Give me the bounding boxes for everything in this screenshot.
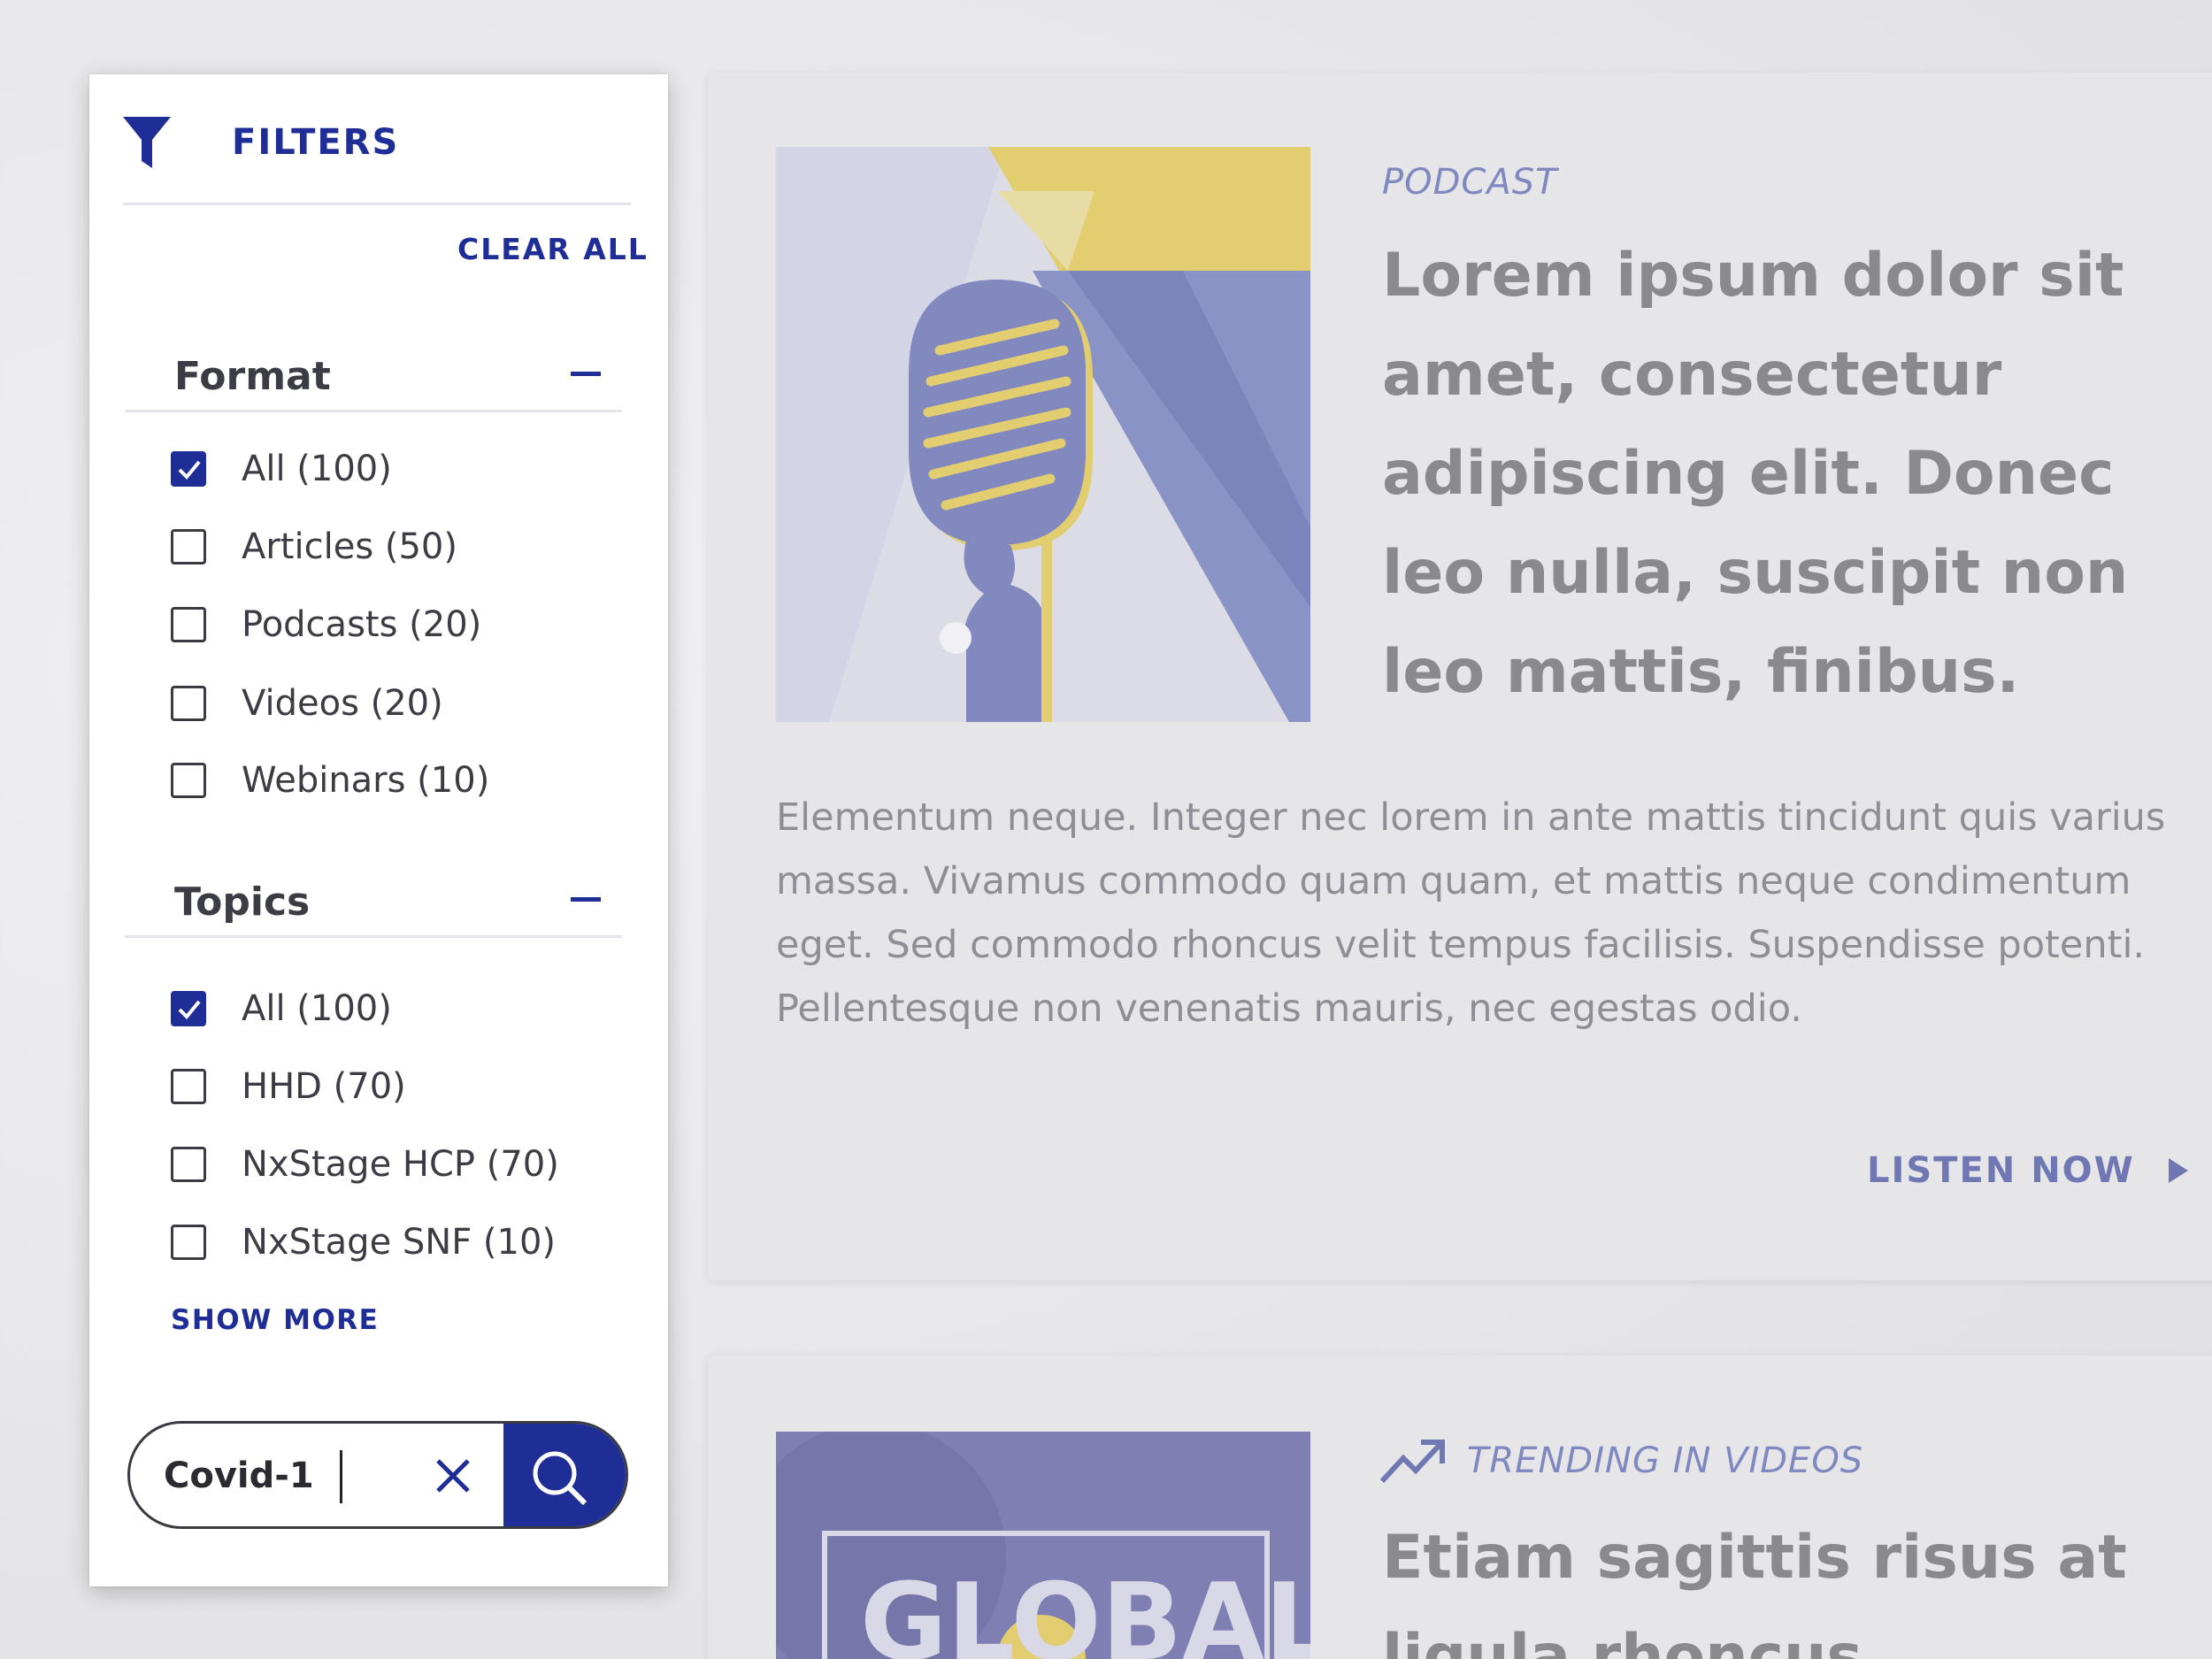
format-option-label: Podcasts (20): [242, 604, 482, 645]
text-caret: [340, 1450, 342, 1503]
topics-option-label: All (100): [242, 988, 392, 1029]
checkbox[interactable]: [171, 1225, 206, 1260]
topics-option-label: NxStage HCP (70): [242, 1144, 559, 1185]
format-section-title: Format: [174, 354, 331, 399]
checkbox[interactable]: [171, 529, 206, 565]
topics-collapse-icon[interactable]: [567, 848, 603, 935]
search-button[interactable]: [503, 1424, 626, 1526]
card-category-label: PODCAST: [1382, 162, 1558, 203]
format-option-label: Webinars (10): [242, 760, 490, 801]
checkbox[interactable]: [171, 1069, 206, 1104]
format-option-all[interactable]: All (100): [171, 442, 392, 495]
filters-title: FILTERS: [232, 122, 400, 163]
listen-now-label: LISTEN NOW: [1867, 1150, 2135, 1191]
show-more-button[interactable]: SHOW MORE: [171, 1304, 379, 1336]
topics-section-title: Topics: [174, 879, 311, 925]
checkbox-checked[interactable]: [171, 991, 206, 1026]
search-icon: [533, 1451, 588, 1506]
checkbox[interactable]: [171, 763, 206, 798]
card-description: Elementum neque. Integer nec lorem in an…: [776, 795, 2166, 1031]
filters-panel: [89, 74, 668, 1586]
topics-option-hhd[interactable]: HHD (70): [171, 1060, 406, 1113]
format-section-header: Format: [125, 322, 622, 412]
checkbox[interactable]: [171, 607, 206, 642]
format-option-label: Articles (50): [242, 526, 457, 567]
format-option-webinars[interactable]: Webinars (10): [171, 754, 489, 807]
clear-all-button[interactable]: CLEAR ALL: [457, 232, 649, 266]
card-headline[interactable]: Lorem ipsum dolor sit amet, consectetur …: [1382, 227, 2178, 722]
search-input[interactable]: [164, 1445, 429, 1507]
global-graphic: GLOBAL: [776, 1432, 1310, 1659]
topics-option-label: HHD (70): [242, 1066, 406, 1107]
format-option-videos[interactable]: Videos (20): [171, 677, 443, 730]
format-option-podcasts[interactable]: Podcasts (20): [171, 598, 481, 651]
topics-option-label: NxStage SNF (10): [242, 1222, 557, 1263]
chevron-right-icon: [2168, 1158, 2188, 1183]
microphone-illustration: [776, 147, 1310, 722]
format-option-label: Videos (20): [242, 683, 443, 724]
listen-now-link[interactable]: LISTEN NOW: [1867, 1150, 2190, 1191]
podcast-image[interactable]: [776, 147, 1310, 722]
format-option-label: All (100): [242, 449, 392, 489]
checkbox-checked[interactable]: [171, 451, 206, 487]
card-category-label: TRENDING IN VIDEOS: [1467, 1440, 1864, 1481]
topics-option-all[interactable]: All (100): [171, 982, 392, 1035]
checkbox[interactable]: [171, 1147, 206, 1182]
topics-option-nxstage-hcp[interactable]: NxStage HCP (70): [171, 1138, 559, 1191]
trending-icon: [1379, 1440, 1445, 1484]
checkbox[interactable]: [171, 686, 206, 721]
format-collapse-icon[interactable]: [567, 322, 603, 410]
card-headline[interactable]: Etiam sagittis risus at ligula rhoncus: [1382, 1509, 2178, 1659]
topics-option-nxstage-snf[interactable]: NxStage SNF (10): [171, 1216, 556, 1269]
funnel-icon: [123, 117, 171, 168]
video-image[interactable]: GLOBAL: [776, 1432, 1310, 1659]
format-option-articles[interactable]: Articles (50): [171, 520, 457, 573]
search-box: [127, 1421, 628, 1529]
topics-section-header: Topics: [125, 848, 622, 938]
global-graphic-text: GLOBAL: [860, 1562, 1310, 1659]
close-icon[interactable]: [431, 1454, 475, 1498]
